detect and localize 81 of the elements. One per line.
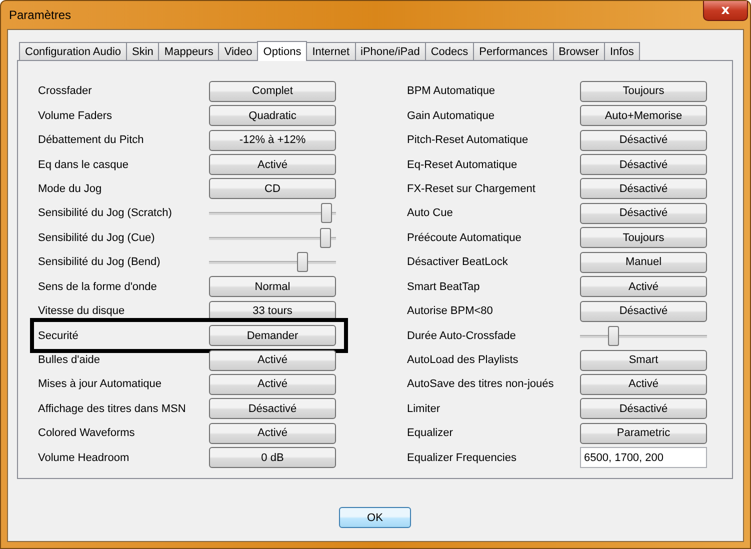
option-button[interactable]: Activé	[580, 276, 707, 298]
setting-label: Préécoute Automatique	[407, 232, 522, 244]
tab[interactable]: Video	[218, 42, 258, 60]
option-button[interactable]: Activé	[209, 350, 336, 371]
option-button[interactable]: Désactivé	[209, 398, 336, 420]
option-button[interactable]: Quadratic	[209, 105, 336, 126]
setting-label: Equalizer Frequencies	[407, 452, 516, 464]
slider[interactable]	[209, 252, 336, 272]
tab[interactable]: Options	[257, 41, 308, 61]
setting-label: Auto Cue	[407, 207, 453, 220]
setting-label: Mises à jour Automatique	[38, 378, 162, 390]
option-button[interactable]: Toujours	[580, 80, 707, 102]
option-button[interactable]: -12% à +12%	[209, 130, 336, 151]
setting-label: Smart BeatTap	[407, 280, 480, 293]
setting-label: FX-Reset sur Chargement	[407, 182, 536, 195]
setting-label: Pitch-Reset Automatique	[407, 134, 528, 146]
setting-label: Equalizer	[407, 427, 453, 440]
option-button[interactable]: Désactivé	[580, 300, 707, 322]
option-button[interactable]: Complet	[209, 80, 336, 102]
option-button[interactable]: 0 dB	[209, 447, 336, 468]
slider-thumb[interactable]	[320, 228, 331, 248]
option-button[interactable]: Désactivé	[580, 130, 707, 151]
setting-label: Securité	[38, 330, 78, 342]
option-button[interactable]: CD	[209, 178, 336, 200]
text-field[interactable]: 6500, 1700, 200	[580, 447, 707, 468]
option-button[interactable]: Désactivé	[580, 202, 707, 224]
setting-label: Bulles d'aide	[38, 354, 100, 366]
tab[interactable]: Browser	[552, 42, 605, 60]
option-button[interactable]: Normal	[209, 276, 336, 298]
setting-label: Sens de la forme d'onde	[38, 280, 157, 293]
tab[interactable]: Codecs	[424, 42, 474, 60]
option-button[interactable]: Activé	[580, 374, 707, 395]
tab[interactable]: Internet	[306, 42, 356, 60]
close-button[interactable]: x	[703, 1, 748, 21]
setting-label: BPM Automatique	[407, 85, 496, 98]
slider-thumb[interactable]	[296, 252, 308, 272]
setting-label: Débattement du Pitch	[38, 134, 144, 146]
setting-label: Volume Headroom	[38, 452, 130, 464]
setting-label: Durée Auto-Crossfade	[407, 330, 516, 342]
setting-label: Eq-Reset Automatique	[407, 158, 518, 171]
setting-label: Gain Automatique	[407, 110, 494, 122]
setting-label: Sensibilité du Jog (Scratch)	[38, 207, 172, 220]
setting-label: Crossfader	[38, 85, 92, 98]
setting-label: AutoLoad des Playlists	[407, 354, 518, 366]
tab[interactable]: Performances	[473, 42, 554, 60]
option-button[interactable]: Désactivé	[580, 178, 707, 200]
setting-label: Colored Waveforms	[38, 427, 135, 440]
slider[interactable]	[580, 326, 707, 346]
option-button[interactable]: Toujours	[580, 227, 707, 248]
setting-label: Eq dans le casque	[38, 158, 129, 171]
slider[interactable]	[209, 228, 336, 248]
setting-label: Désactiver BeatLock	[407, 256, 508, 268]
setting-label: AutoSave des titres non-joués	[407, 378, 554, 390]
tab[interactable]: Configuration Audio	[19, 42, 128, 60]
option-button[interactable]: Manuel	[580, 252, 707, 273]
option-button[interactable]: Activé	[209, 422, 336, 444]
option-button[interactable]: Demander	[209, 325, 336, 346]
setting-label: Autorise BPM<80	[407, 305, 493, 318]
option-button[interactable]: Auto+Memorise	[580, 105, 707, 126]
setting-label: Sensibilité du Jog (Bend)	[38, 256, 160, 268]
slider-thumb[interactable]	[608, 326, 620, 346]
setting-label: Mode du Jog	[38, 182, 102, 195]
tab[interactable]: Mappeurs	[158, 42, 220, 60]
setting-label: Limiter	[407, 402, 440, 415]
ok-button[interactable]: OK	[339, 507, 411, 528]
setting-label: Sensibilité du Jog (Cue)	[38, 232, 155, 244]
tab[interactable]: iPhone/iPad	[354, 42, 426, 60]
window-title: Paramètres	[8, 8, 72, 22]
option-button[interactable]: Désactivé	[580, 154, 707, 176]
option-button[interactable]: Parametric	[580, 422, 707, 444]
setting-label: Affichage des titres dans MSN	[38, 402, 186, 415]
setting-label: Vitesse du disque	[38, 305, 125, 318]
option-button[interactable]: Activé	[209, 374, 336, 395]
tab[interactable]: Skin	[126, 42, 160, 60]
slider[interactable]	[209, 203, 336, 224]
option-button[interactable]: Désactivé	[580, 398, 707, 420]
setting-label: Volume Faders	[38, 110, 112, 122]
option-button[interactable]: Smart	[580, 350, 707, 371]
slider-thumb[interactable]	[320, 203, 332, 224]
option-button[interactable]: Activé	[209, 154, 336, 176]
tab[interactable]: Infos	[604, 42, 640, 60]
